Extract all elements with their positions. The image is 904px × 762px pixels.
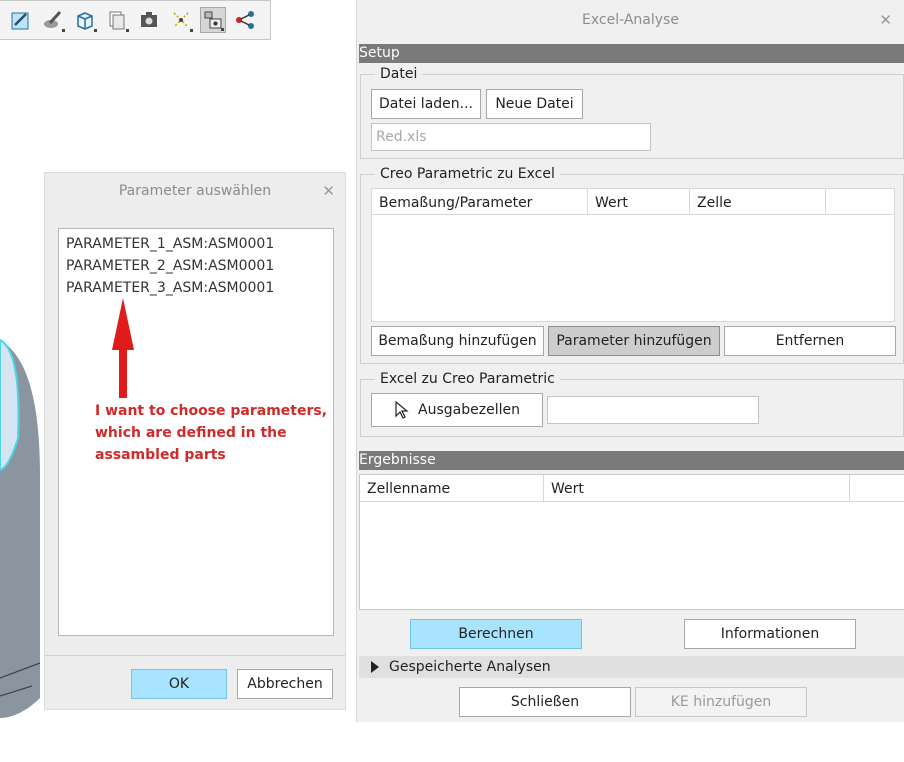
saved-analyses-toggle[interactable]: Gespeicherte Analysen (359, 656, 904, 678)
file-group: Datei Datei laden... Neue Datei Red.xls (360, 66, 904, 159)
file-name-field[interactable]: Red.xls (371, 123, 651, 151)
column-header[interactable]: Zellenname (360, 475, 544, 501)
cancel-button[interactable]: Abbrechen (237, 669, 333, 699)
output-cells-field[interactable] (547, 396, 759, 424)
doc-stack-icon[interactable] (104, 7, 130, 33)
dialog-divider (45, 655, 345, 656)
compute-button[interactable]: Berechnen (410, 619, 582, 649)
graphics-toolbar (0, 0, 271, 40)
creo-to-excel-table[interactable]: Bemaßung/Parameter Wert Zelle (371, 188, 895, 322)
dialog-title: Parameter auswählen (118, 183, 272, 199)
column-header[interactable]: Wert (544, 475, 850, 501)
annotation-text: I want to choose parameters, which are d… (95, 400, 335, 466)
brush-icon[interactable] (40, 7, 66, 33)
output-cells-button[interactable]: Ausgabezellen (371, 393, 543, 427)
cursor-icon (395, 401, 409, 419)
group-label: Datei (375, 66, 423, 82)
dialog-title-bar: Parameter auswählen ✕ (45, 173, 345, 209)
info-button[interactable]: Informationen (684, 619, 856, 649)
results-table[interactable]: Zellenname Wert (359, 474, 904, 610)
creo-to-excel-group: Creo Parametric zu Excel Bemaßung/Parame… (360, 166, 904, 364)
results-section-header[interactable]: Ergebnisse (359, 451, 904, 470)
annotation-line: assambled parts (95, 447, 226, 463)
screen: Parameter auswählen ✕ PARAMETER_1_ASM:AS… (0, 0, 904, 762)
list-item[interactable]: PARAMETER_2_ASM:ASM0001 (66, 255, 326, 277)
remove-button[interactable]: Entfernen (724, 326, 896, 356)
column-header[interactable]: Bemaßung/Parameter (372, 189, 588, 215)
ok-button[interactable]: OK (131, 669, 227, 699)
table-header: Bemaßung/Parameter Wert Zelle (372, 189, 894, 215)
new-file-button[interactable]: Neue Datei (486, 89, 583, 119)
sparkle-icon[interactable] (168, 7, 194, 33)
expand-triangle-icon (371, 661, 379, 673)
close-icon[interactable]: ✕ (879, 11, 892, 29)
load-file-button[interactable]: Datei laden... (371, 89, 481, 119)
list-item[interactable]: PARAMETER_1_ASM:ASM0001 (66, 233, 326, 255)
annotation-line: which are defined in the (95, 425, 287, 441)
close-icon[interactable]: ✕ (322, 182, 335, 200)
list-item[interactable]: PARAMETER_3_ASM:ASM0001 (66, 277, 326, 299)
add-feature-button[interactable]: KE hinzufügen (635, 687, 807, 717)
column-header[interactable]: Zelle (690, 189, 826, 215)
annotation-arrow-icon (112, 298, 134, 398)
dialog-title: Excel-Analyse (582, 12, 679, 28)
tree-icon[interactable] (232, 7, 258, 33)
output-cells-label: Ausgabezellen (418, 402, 520, 418)
add-dimension-button[interactable]: Bemaßung hinzufügen (371, 326, 544, 356)
annotation-line: I want to choose parameters, (95, 403, 328, 419)
cube-icon[interactable] (72, 7, 98, 33)
group-label: Excel zu Creo Parametric (375, 371, 560, 387)
view-icon[interactable] (200, 7, 226, 33)
camera-icon[interactable] (136, 7, 162, 33)
group-label: Creo Parametric zu Excel (375, 166, 560, 182)
excel-analysis-dialog: Excel-Analyse ✕ Setup Datei Datei laden.… (356, 0, 904, 722)
close-button[interactable]: Schließen (459, 687, 631, 717)
column-header[interactable]: Wert (588, 189, 690, 215)
saved-analyses-label: Gespeicherte Analysen (389, 659, 551, 675)
dialog-title-bar: Excel-Analyse ✕ (357, 0, 904, 40)
setup-section-header[interactable]: Setup (359, 44, 904, 63)
add-parameter-button[interactable]: Parameter hinzufügen (548, 326, 720, 356)
table-header: Zellenname Wert (360, 475, 904, 502)
excel-to-creo-group: Excel zu Creo Parametric Ausgabezellen (360, 371, 904, 437)
edit-icon[interactable] (8, 7, 34, 33)
